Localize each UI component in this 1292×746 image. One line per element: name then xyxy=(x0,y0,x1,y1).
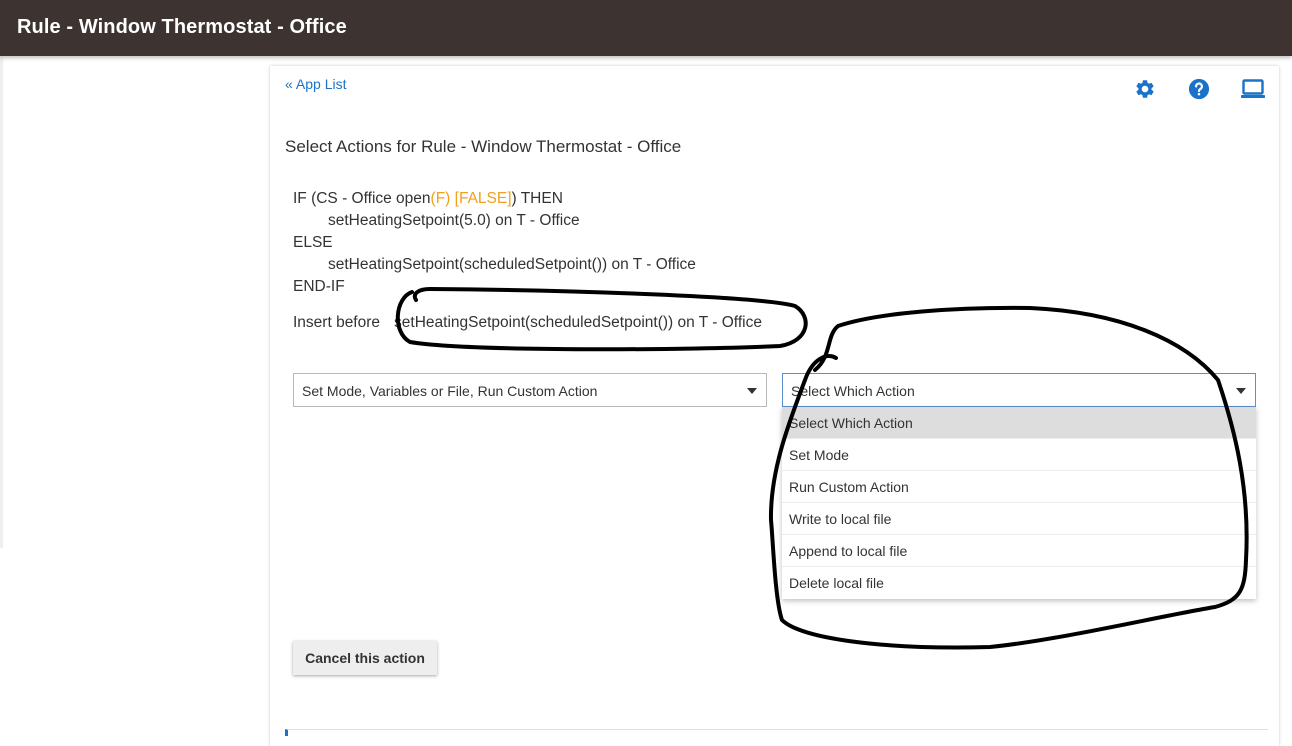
page-header-title: Rule - Window Thermostat - Office xyxy=(17,16,347,38)
rule-display: IF (CS - Office open(F) [FALSE]) THEN se… xyxy=(293,188,696,298)
else-line: ELSE xyxy=(293,234,333,251)
dropdown-option[interactable]: Select Which Action xyxy=(782,407,1256,439)
then-action: setHeatingSetpoint(5.0) on T - Office xyxy=(328,212,580,229)
laptop-icon[interactable] xyxy=(1241,78,1265,100)
dropdown-option[interactable]: Set Mode xyxy=(782,439,1256,471)
app-list-link[interactable]: « App List xyxy=(285,76,347,92)
insert-label: Insert before xyxy=(293,314,381,331)
category-select[interactable]: Set Mode, Variables or File, Run Custom … xyxy=(293,373,767,407)
gear-icon[interactable] xyxy=(1134,78,1156,100)
insert-row: Insert before setHeatingSetpoint(schedule… xyxy=(293,314,762,332)
chevron-down-icon xyxy=(1236,388,1246,394)
left-nav-edge xyxy=(0,56,3,548)
dropdown-option[interactable]: Run Custom Action xyxy=(782,471,1256,503)
if-state: (F) [FALSE] xyxy=(430,190,512,207)
chevron-down-icon xyxy=(747,388,757,394)
dropdown-option[interactable]: Delete local file xyxy=(782,567,1256,599)
action-select[interactable]: Select Which Action xyxy=(782,373,1256,407)
dropdown-option[interactable]: Append to local file xyxy=(782,535,1256,567)
header-bar: Rule - Window Thermostat - Office xyxy=(0,0,1292,56)
insert-target: setHeatingSetpoint(scheduledSetpoint()) … xyxy=(394,314,762,331)
category-select-value: Set Mode, Variables or File, Run Custom … xyxy=(302,383,598,399)
page-title: Select Actions for Rule - Window Thermos… xyxy=(285,137,682,156)
if-suffix: ) THEN xyxy=(511,190,563,207)
dropdown-option[interactable]: Write to local file xyxy=(782,503,1256,535)
main-card: « App List Select Actions for Rule - Win… xyxy=(270,66,1279,746)
else-action: setHeatingSetpoint(scheduledSetpoint()) … xyxy=(328,256,696,273)
if-prefix: IF (CS - Office open xyxy=(293,190,431,207)
if-line: IF (CS - Office open(F) [FALSE]) THEN xyxy=(293,188,696,210)
help-icon[interactable] xyxy=(1188,78,1210,100)
cancel-action-button[interactable]: Cancel this action xyxy=(293,641,437,675)
action-select-value: Select Which Action xyxy=(791,383,915,399)
action-dropdown-list: Select Which Action Set Mode Run Custom … xyxy=(782,407,1256,599)
end-if-line: END-IF xyxy=(293,278,345,295)
